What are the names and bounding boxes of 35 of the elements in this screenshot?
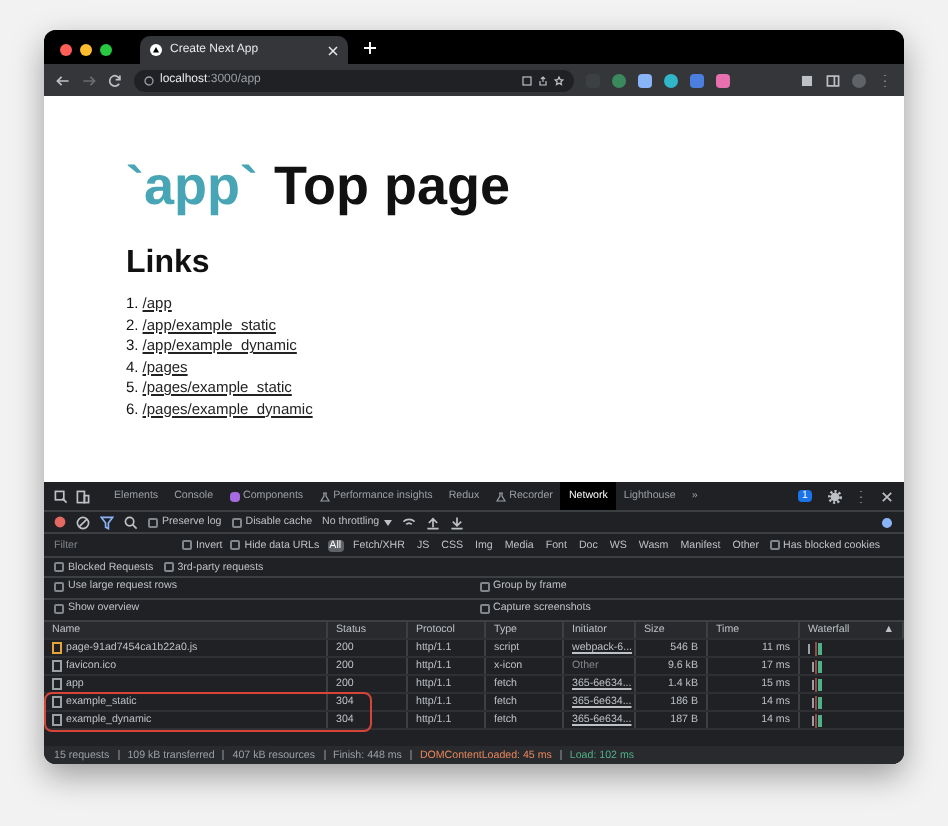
sidebar-icon[interactable] — [826, 73, 840, 87]
components-icon — [229, 491, 240, 501]
waterfall-bar-icon — [808, 641, 822, 655]
back-icon[interactable] — [56, 73, 70, 87]
waterfall-bar-icon — [808, 659, 822, 673]
reload-icon[interactable] — [108, 73, 122, 87]
flask-icon — [495, 491, 506, 501]
script-file-icon — [52, 642, 62, 654]
search-icon[interactable] — [124, 515, 138, 529]
maximize-window-icon[interactable] — [100, 43, 112, 55]
section-heading: Links — [126, 246, 212, 282]
flask-icon — [319, 491, 330, 501]
menu-icon[interactable] — [878, 73, 892, 87]
filter-icon[interactable] — [100, 515, 114, 529]
info-icon — [144, 75, 154, 85]
star-icon[interactable] — [554, 75, 564, 85]
triangle-logo-icon — [150, 44, 162, 56]
share-icon[interactable] — [538, 75, 548, 85]
page-heading: `app` Top page — [126, 156, 512, 218]
record-icon[interactable] — [54, 516, 66, 528]
minimize-window-icon[interactable] — [80, 43, 92, 55]
caret-icon — [383, 519, 392, 525]
download-icon[interactable] — [449, 515, 464, 529]
waterfall-bar-icon — [808, 677, 822, 691]
new-tab-icon[interactable] — [364, 41, 376, 53]
clear-icon[interactable] — [76, 515, 90, 529]
wifi-icon[interactable] — [401, 515, 416, 529]
waterfall-bar-icon — [808, 695, 822, 709]
device-icon[interactable] — [76, 489, 90, 503]
upload-icon[interactable] — [425, 515, 440, 529]
inspect-icon[interactable] — [54, 489, 68, 503]
close-icon[interactable] — [880, 489, 894, 503]
waterfall-bar-icon — [808, 713, 822, 727]
close-window-icon[interactable] — [60, 43, 72, 55]
more-options-icon[interactable] — [854, 489, 868, 503]
